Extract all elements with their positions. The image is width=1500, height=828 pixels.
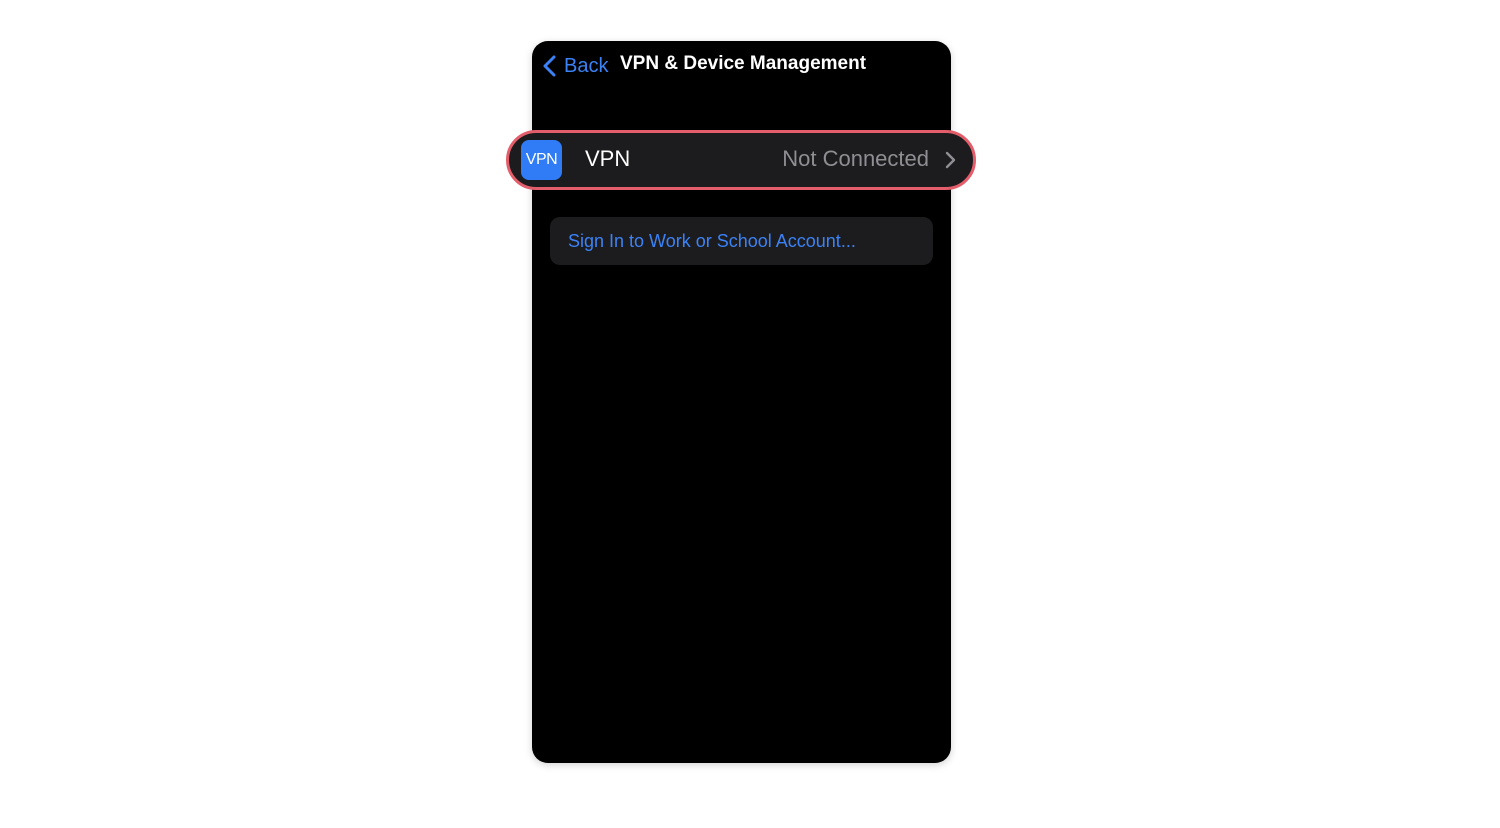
page-title: VPN & Device Management — [620, 53, 867, 74]
navigation-bar: Back VPN & Device Management — [532, 41, 951, 91]
sign-in-account-button[interactable]: Sign In to Work or School Account... — [550, 217, 933, 265]
vpn-row[interactable]: VPN VPN Not Connected — [506, 130, 976, 190]
vpn-status: Not Connected — [782, 146, 929, 171]
back-label: Back — [564, 54, 609, 77]
back-button[interactable]: Back — [540, 51, 608, 81]
vpn-label: VPN — [585, 146, 631, 171]
chevron-left-icon — [543, 55, 556, 77]
vpn-app-icon: VPN — [521, 140, 562, 180]
sign-in-label: Sign In to Work or School Account... — [568, 230, 856, 251]
chevron-right-icon — [945, 151, 956, 169]
stage: Back VPN & Device Management Sign In to … — [0, 0, 1500, 828]
